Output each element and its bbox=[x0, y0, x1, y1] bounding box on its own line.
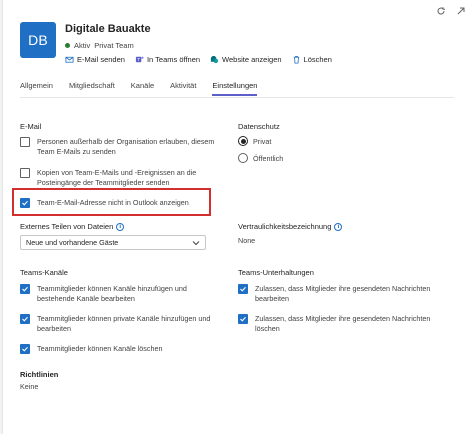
checkbox-checked[interactable] bbox=[20, 198, 30, 208]
channels-heading: Teams-Kanäle bbox=[20, 268, 68, 277]
checkmark-icon bbox=[22, 200, 28, 206]
checkbox-checked[interactable] bbox=[238, 314, 248, 324]
svg-text:T: T bbox=[137, 57, 140, 62]
dropdown-value: Neue und vorhandene Gäste bbox=[26, 238, 119, 247]
checkbox-checked[interactable] bbox=[20, 314, 30, 324]
delete-action[interactable]: Löschen bbox=[292, 55, 332, 64]
privacy-option-private: Privat bbox=[238, 136, 271, 146]
view-website-label: Website anzeigen bbox=[222, 55, 282, 64]
collapse-panel-icon[interactable] bbox=[456, 6, 466, 16]
send-email-label: E-Mail senden bbox=[77, 55, 125, 64]
tab-kanaele[interactable]: Kanäle bbox=[131, 81, 154, 96]
checkbox-label: Zulassen, dass Mitglieder ihre gesendete… bbox=[255, 314, 431, 333]
team-avatar: DB bbox=[20, 22, 56, 58]
channels-option-delete: Teammitglieder können Kanäle löschen bbox=[20, 344, 225, 354]
info-icon[interactable]: i bbox=[334, 223, 343, 232]
checkbox-checked[interactable] bbox=[20, 344, 30, 354]
checkbox-label: Personen außerhalb der Organisation erla… bbox=[37, 137, 215, 156]
channels-option-private: Teammitglieder können private Kanäle hin… bbox=[20, 314, 225, 334]
privacy-heading: Datenschutz bbox=[238, 122, 280, 131]
checkmark-icon bbox=[22, 286, 28, 292]
tab-bar: Allgemein Mitgliedschaft Kanäle Aktivitä… bbox=[20, 81, 258, 96]
delete-label: Löschen bbox=[303, 55, 332, 64]
sensitivity-heading: Vertraulichkeitsbezeichnung i bbox=[238, 222, 343, 232]
sensitivity-heading-text: Vertraulichkeitsbezeichnung bbox=[238, 222, 332, 231]
chevron-down-icon bbox=[192, 240, 200, 245]
checkmark-icon bbox=[22, 346, 28, 352]
checkbox-label: Teammitglieder können private Kanäle hin… bbox=[37, 314, 211, 333]
radio[interactable] bbox=[238, 153, 248, 163]
conversations-heading: Teams-Unterhaltungen bbox=[238, 268, 314, 277]
external-sharing-heading: Externes Teilen von Dateien i bbox=[20, 222, 125, 232]
email-option-copies: Kopien von Team-E-Mails und -Ereignissen… bbox=[20, 168, 220, 188]
privacy-text: Privat Team bbox=[94, 41, 134, 50]
privacy-option-public: Öffentlich bbox=[238, 153, 283, 163]
info-icon[interactable]: i bbox=[116, 223, 125, 232]
email-heading: E-Mail bbox=[20, 122, 42, 131]
checkbox-checked[interactable] bbox=[238, 284, 248, 294]
status-dot-icon bbox=[65, 43, 70, 48]
tab-allgemein[interactable]: Allgemein bbox=[20, 81, 53, 96]
conversations-option-edit: Zulassen, dass Mitglieder ihre gesendete… bbox=[238, 284, 453, 304]
left-strip bbox=[0, 0, 3, 434]
checkmark-icon bbox=[240, 316, 246, 322]
conversations-option-delete: Zulassen, dass Mitglieder ihre gesendete… bbox=[238, 314, 453, 334]
external-sharing-heading-text: Externes Teilen von Dateien bbox=[20, 222, 114, 231]
refresh-icon[interactable] bbox=[436, 6, 446, 16]
team-title: Digitale Bauakte bbox=[65, 23, 151, 35]
radio-selected[interactable] bbox=[238, 136, 248, 146]
view-website-action[interactable]: Website anzeigen bbox=[210, 55, 282, 64]
send-email-action[interactable]: E-Mail senden bbox=[65, 55, 125, 64]
email-option-hide-outlook: Team-E-Mail-Adresse nicht in Outlook anz… bbox=[20, 198, 210, 208]
sensitivity-value: None bbox=[238, 236, 256, 245]
checkbox-checked[interactable] bbox=[20, 284, 30, 294]
team-meta: Aktiv Privat Team bbox=[65, 41, 134, 50]
checkbox-label: Team-E-Mail-Adresse nicht in Outlook anz… bbox=[37, 198, 189, 207]
checkbox-label: Teammitglieder können Kanäle hinzufügen … bbox=[37, 284, 187, 303]
external-sharing-dropdown[interactable]: Neue und vorhandene Gäste bbox=[20, 235, 206, 250]
checkbox[interactable] bbox=[20, 137, 30, 147]
header-actions: E-Mail senden T In Teams öffnen Website … bbox=[65, 55, 332, 64]
radio-label: Privat bbox=[253, 136, 272, 146]
policies-value: Keine bbox=[20, 382, 39, 391]
mail-icon bbox=[65, 56, 74, 63]
status-text: Aktiv bbox=[74, 41, 91, 50]
policies-heading: Richtlinien bbox=[20, 370, 59, 379]
checkbox-label: Kopien von Team-E-Mails und -Ereignissen… bbox=[37, 168, 197, 187]
channels-option-add-edit: Teammitglieder können Kanäle hinzufügen … bbox=[20, 284, 225, 304]
open-in-teams-action[interactable]: T In Teams öffnen bbox=[135, 55, 200, 64]
radio-label: Öffentlich bbox=[253, 153, 284, 163]
teams-icon: T bbox=[135, 56, 144, 63]
sharepoint-icon bbox=[210, 55, 219, 64]
tab-aktivitaet[interactable]: Aktivität bbox=[170, 81, 196, 96]
checkbox-label: Teammitglieder können Kanäle löschen bbox=[37, 344, 163, 353]
open-in-teams-label: In Teams öffnen bbox=[146, 55, 201, 64]
checkbox-label: Zulassen, dass Mitglieder ihre gesendete… bbox=[255, 284, 431, 303]
checkmark-icon bbox=[240, 286, 246, 292]
avatar-initials: DB bbox=[28, 32, 48, 48]
tab-mitgliedschaft[interactable]: Mitgliedschaft bbox=[69, 81, 115, 96]
tab-einstellungen[interactable]: Einstellungen bbox=[212, 81, 258, 96]
checkbox[interactable] bbox=[20, 168, 30, 178]
email-option-external: Personen außerhalb der Organisation erla… bbox=[20, 137, 220, 157]
trash-icon bbox=[293, 55, 299, 64]
tab-divider bbox=[20, 97, 454, 98]
checkmark-icon bbox=[22, 316, 28, 322]
